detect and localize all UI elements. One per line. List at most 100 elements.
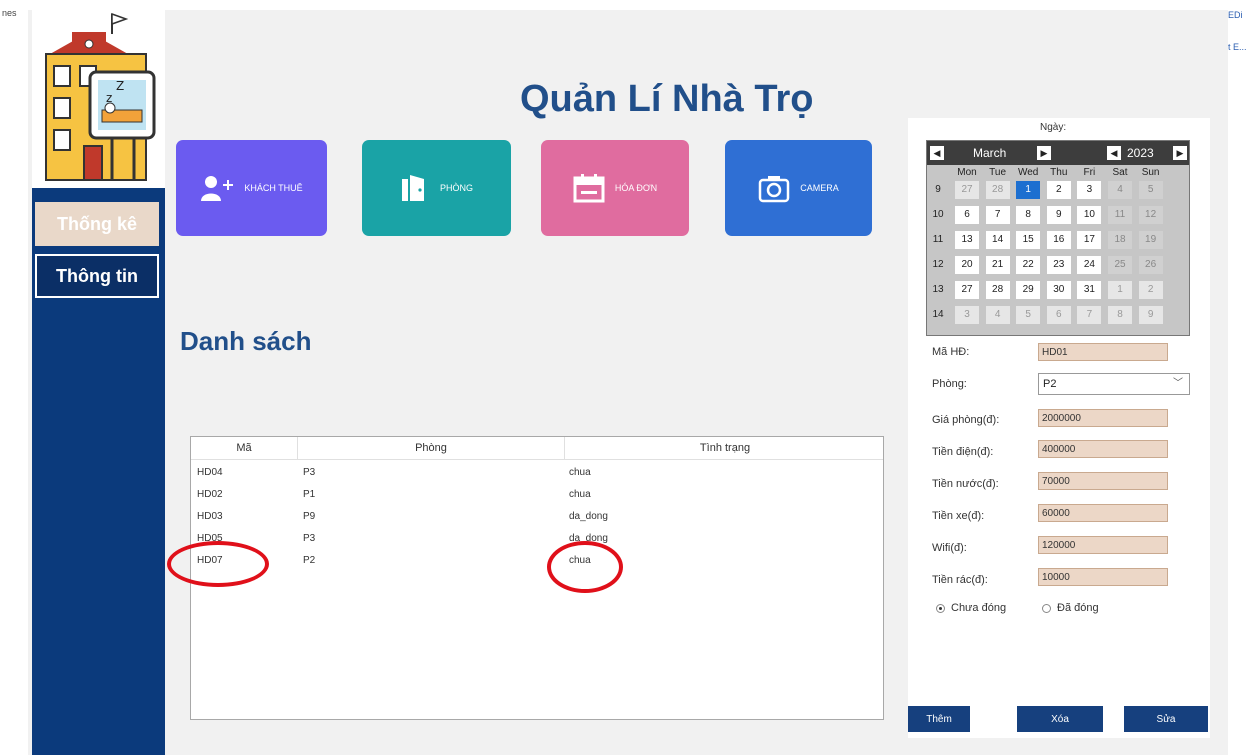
- calendar-dow: Sat: [1112, 167, 1128, 178]
- trash-field[interactable]: 10000: [1038, 568, 1168, 586]
- tile-camera-label: CAMERA: [800, 183, 839, 193]
- calendar-day[interactable]: 6: [1046, 306, 1071, 324]
- date-calendar[interactable]: ◀ March ▶ ◀ 2023 ▶ Mon Tue Wed Thu Fri Sat Sun…: [926, 140, 1190, 336]
- calendar-day[interactable]: 6: [955, 206, 979, 224]
- calendar-day[interactable]: 16: [1046, 231, 1071, 249]
- calendar-day[interactable]: 4: [1108, 181, 1132, 199]
- calendar-day[interactable]: 21: [985, 256, 1010, 274]
- calendar-day[interactable]: 8: [1108, 306, 1132, 324]
- calendar-day[interactable]: 9: [1138, 306, 1163, 324]
- calendar-day[interactable]: 3: [1077, 181, 1102, 199]
- table-header: Mã Phòng Tình trạng: [191, 437, 883, 460]
- calendar-day[interactable]: 30: [1046, 281, 1071, 299]
- calendar-day[interactable]: 27: [955, 181, 979, 199]
- calendar-day[interactable]: 10: [1077, 206, 1102, 224]
- calendar-day[interactable]: 24: [1077, 256, 1102, 274]
- calendar-week-number: 11: [932, 234, 944, 245]
- cell-code: HD03: [197, 511, 223, 522]
- tile-tenants-button[interactable]: KHÁCH THUÊ: [176, 140, 327, 236]
- wifi-field[interactable]: 120000: [1038, 536, 1168, 554]
- column-header-room[interactable]: Phòng: [298, 437, 565, 459]
- calendar-dow: Wed: [1017, 167, 1039, 178]
- calendar-day[interactable]: 3: [955, 306, 979, 324]
- calendar-day[interactable]: 1: [1016, 181, 1041, 199]
- calendar-day[interactable]: 13: [955, 231, 979, 249]
- window-fragment-right-2: t E...: [1228, 42, 1247, 52]
- calendar-day[interactable]: 7: [985, 206, 1010, 224]
- calendar-day[interactable]: 15: [1016, 231, 1041, 249]
- tile-rooms-label: PHÒNG: [439, 183, 473, 193]
- calendar-day[interactable]: 23: [1046, 256, 1071, 274]
- calendar-week-number: 13: [932, 284, 944, 295]
- edit-button[interactable]: Sửa: [1124, 706, 1208, 732]
- table-row[interactable]: HD02 P1 chua: [191, 489, 883, 511]
- tile-camera-button[interactable]: CAMERA: [725, 140, 872, 236]
- calendar-dow: Mon: [957, 167, 977, 178]
- calendar-day[interactable]: 2: [1046, 181, 1071, 199]
- calendar-caption: Ngày:: [1040, 122, 1067, 133]
- prev-month-icon[interactable]: ◀: [930, 146, 944, 160]
- cell-room: P3: [303, 467, 316, 478]
- next-month-icon[interactable]: ▶: [1037, 146, 1051, 160]
- calendar-week-number: 9: [935, 184, 941, 195]
- calendar-year[interactable]: 2023: [1127, 146, 1154, 160]
- calendar-month[interactable]: March: [973, 146, 1006, 160]
- calendar-day[interactable]: 26: [1138, 256, 1163, 274]
- calendar-day[interactable]: 2: [1138, 281, 1163, 299]
- annotation-circle-code: [167, 541, 269, 587]
- calendar-day[interactable]: 5: [1016, 306, 1041, 324]
- door-icon: [400, 173, 430, 203]
- calendar-day[interactable]: 17: [1077, 231, 1102, 249]
- calendar-day[interactable]: 18: [1108, 231, 1132, 249]
- invoice-list[interactable]: Mã Phòng Tình trạng HD04 P3 chua HD02 P1…: [167, 436, 884, 720]
- table-row[interactable]: HD03 P9 da_dong: [191, 511, 883, 533]
- calendar-day[interactable]: 29: [1016, 281, 1041, 299]
- calendar-day[interactable]: 22: [1016, 256, 1041, 274]
- next-year-icon[interactable]: ▶: [1173, 146, 1187, 160]
- calendar-day[interactable]: 7: [1077, 306, 1102, 324]
- sidebar-item-info[interactable]: Thông tin: [35, 254, 159, 298]
- calendar-day[interactable]: 28: [985, 281, 1010, 299]
- radio-paid[interactable]: Đã đóng: [1042, 602, 1099, 614]
- calendar-day[interactable]: 31: [1077, 281, 1102, 299]
- tile-rooms-button[interactable]: PHÒNG: [362, 140, 511, 236]
- calendar-day[interactable]: 4: [985, 306, 1010, 324]
- calendar-day[interactable]: 25: [1108, 256, 1132, 274]
- delete-button[interactable]: Xóa: [1017, 706, 1103, 732]
- calendar-day[interactable]: 14: [985, 231, 1010, 249]
- label-electricity: Tiền điện(đ):: [932, 446, 994, 458]
- calendar-day[interactable]: 27: [955, 281, 979, 299]
- cell-room: P2: [303, 555, 316, 566]
- water-field[interactable]: 70000: [1038, 472, 1168, 490]
- room-price-field[interactable]: 2000000: [1038, 409, 1168, 427]
- radio-unpaid[interactable]: Chưa đóng: [936, 602, 1006, 614]
- calendar-day[interactable]: 9: [1046, 206, 1071, 224]
- electricity-field[interactable]: 400000: [1038, 440, 1168, 458]
- calendar-day[interactable]: 12: [1138, 206, 1163, 224]
- calendar-day[interactable]: 5: [1138, 181, 1163, 199]
- table-row[interactable]: HD07 P2 chua: [191, 555, 883, 577]
- calendar-day[interactable]: 19: [1138, 231, 1163, 249]
- add-user-icon: [200, 174, 234, 202]
- parking-field[interactable]: 60000: [1038, 504, 1168, 522]
- invoice-code-field[interactable]: HD01: [1038, 343, 1168, 361]
- column-header-status[interactable]: Tình trạng: [565, 437, 885, 459]
- calendar-day[interactable]: 28: [985, 181, 1010, 199]
- sidebar: Thống kê Thông tin: [32, 188, 165, 755]
- cell-status: chua: [569, 467, 591, 478]
- label-trash: Tiền rác(đ):: [932, 574, 988, 586]
- calendar-icon: [573, 173, 605, 203]
- calendar-day[interactable]: 1: [1108, 281, 1132, 299]
- prev-year-icon[interactable]: ◀: [1107, 146, 1121, 160]
- add-button[interactable]: Thêm: [908, 706, 970, 732]
- table-row[interactable]: HD05 P3 da_dong: [191, 533, 883, 555]
- calendar-day[interactable]: 20: [955, 256, 979, 274]
- calendar-day[interactable]: 8: [1016, 206, 1041, 224]
- column-header-code[interactable]: Mã: [191, 437, 298, 459]
- room-select[interactable]: P2 ﹀: [1038, 373, 1190, 395]
- sidebar-item-statistics[interactable]: Thống kê: [35, 202, 159, 246]
- tile-invoices-button[interactable]: HÓA ĐƠN: [541, 140, 689, 236]
- table-row[interactable]: HD04 P3 chua: [191, 467, 883, 489]
- app-logo: z Z: [32, 10, 165, 188]
- calendar-day[interactable]: 11: [1108, 206, 1132, 224]
